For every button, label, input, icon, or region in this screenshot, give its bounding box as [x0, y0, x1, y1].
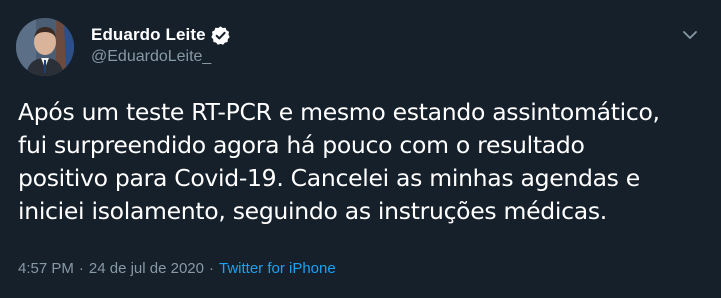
- display-name[interactable]: Eduardo Leite: [91, 25, 206, 45]
- tweet-source-link[interactable]: Twitter for iPhone: [219, 260, 336, 277]
- meta-separator: ·: [78, 260, 84, 277]
- profile-photo-icon: [16, 18, 74, 76]
- tweet-meta: 4:57 PM · 24 de jul de 2020 · Twitter fo…: [18, 260, 336, 277]
- tweet-text: Após um teste RT-PCR e mesmo estando ass…: [18, 98, 660, 225]
- tweet-card: Eduardo Leite @EduardoLeite_ Após um tes…: [0, 0, 721, 298]
- meta-separator: ·: [208, 260, 214, 277]
- author-name-row[interactable]: Eduardo Leite: [91, 24, 231, 46]
- author-handle[interactable]: @EduardoLeite_: [91, 48, 211, 66]
- verified-badge-icon: [210, 25, 231, 46]
- avatar[interactable]: [16, 18, 74, 76]
- chevron-down-icon[interactable]: [681, 26, 699, 44]
- tweet-time[interactable]: 4:57 PM: [18, 260, 74, 277]
- tweet-date[interactable]: 24 de jul de 2020: [89, 260, 204, 277]
